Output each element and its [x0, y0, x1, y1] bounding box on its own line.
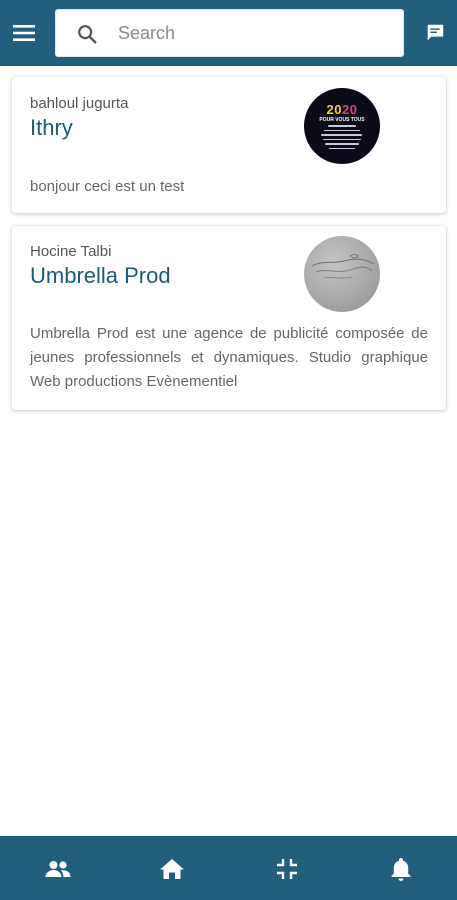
- post-author: Hocine Talbi: [30, 243, 112, 260]
- people-icon: [45, 861, 71, 877]
- post-title: Ithry: [30, 115, 73, 140]
- post-thumbnail: 2020 POUR VOUS TOUS: [304, 88, 380, 164]
- nav-collapse-button[interactable]: [272, 855, 302, 883]
- nav-notifications-button[interactable]: [386, 855, 416, 883]
- thumbnail-text-lines: [318, 125, 366, 152]
- search-icon: [78, 25, 97, 44]
- menu-icon: [13, 25, 35, 41]
- thumbnail-caption: POUR VOUS TOUS: [319, 117, 365, 123]
- collapse-icon: [277, 859, 297, 879]
- home-icon: [160, 859, 184, 879]
- bell-icon: [391, 858, 411, 881]
- bottom-navigation: [0, 836, 457, 900]
- app-screen: bahloul jugurta Ithry 2020 POUR VOUS TOU…: [0, 0, 457, 900]
- nav-home-button[interactable]: [157, 855, 187, 883]
- nav-people-button[interactable]: [43, 855, 73, 883]
- thumbnail-year: 2020: [326, 102, 358, 117]
- chat-button[interactable]: [421, 19, 449, 47]
- menu-button[interactable]: [8, 17, 40, 49]
- post-description: Umbrella Prod est une agence de publicit…: [30, 325, 428, 390]
- post-author: bahloul jugurta: [30, 95, 129, 112]
- umbrella-logo-sketch: [311, 254, 375, 279]
- top-app-bar: [0, 0, 457, 66]
- search-input[interactable]: [118, 10, 398, 56]
- chat-icon: [427, 24, 444, 41]
- post-title: Umbrella Prod: [30, 263, 171, 288]
- post-description: bonjour ceci est un test: [30, 178, 185, 195]
- search-bar[interactable]: [55, 9, 404, 57]
- post-card[interactable]: Hocine Talbi Umbrella Prod Umbrella Prod…: [12, 226, 446, 410]
- post-card[interactable]: bahloul jugurta Ithry 2020 POUR VOUS TOU…: [12, 77, 446, 213]
- post-thumbnail: [304, 236, 380, 312]
